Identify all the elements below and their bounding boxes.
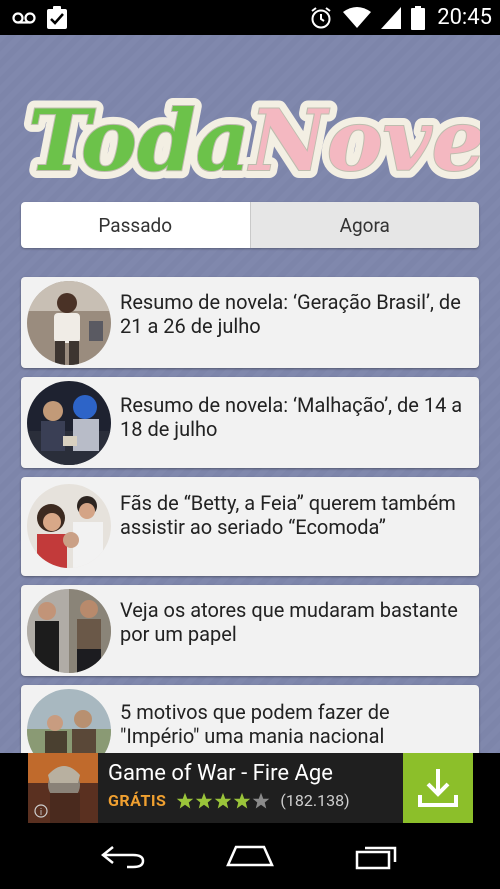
star-rating (176, 792, 270, 810)
ad-subline: GRÁTIS (182.138) (108, 791, 403, 810)
tab-bar: Passado Agora (21, 202, 479, 248)
article-thumbnail (27, 381, 111, 465)
ad-review-count: (182.138) (280, 791, 350, 810)
article-title: Veja os atores que mudaram bastante por … (120, 598, 458, 646)
ad-banner[interactable]: i Game of War - Fire Age GRÁTIS (182.138… (28, 753, 473, 823)
tab-passado[interactable]: Passado (21, 202, 250, 248)
status-right: 20:45 (309, 5, 492, 30)
ad-right-margin (473, 753, 500, 823)
app-content: TodaNovela TodaNovela TodaNovela Passado… (0, 35, 500, 753)
back-icon (101, 846, 145, 869)
voicemail-icon (12, 11, 36, 25)
article-card[interactable]: Resumo de novela: ‘Geração Brasil’, de 2… (21, 277, 479, 368)
alarm-icon (309, 6, 333, 30)
home-button[interactable] (220, 836, 280, 876)
star-filled-icon (234, 792, 251, 808)
svg-text:i: i (40, 808, 43, 818)
clipboard-check-icon (46, 5, 68, 30)
article-title: Fãs de “Betty, a Feia” querem também ass… (120, 491, 456, 539)
article-card[interactable]: 5 motivos que podem fazer de "Império" u… (21, 685, 479, 753)
star-filled-icon (215, 792, 232, 808)
back-button[interactable] (93, 836, 153, 876)
recents-button[interactable] (347, 836, 407, 876)
logo-part2: Novela (247, 91, 480, 190)
ad-title: Game of War - Fire Age (108, 761, 333, 786)
article-card[interactable]: Veja os atores que mudaram bastante por … (21, 585, 479, 676)
tab-agora[interactable]: Agora (249, 202, 479, 248)
signal-icon (381, 6, 402, 29)
todanovela-logo: TodaNovela TodaNovela TodaNovela (20, 83, 500, 198)
battery-icon (411, 5, 426, 30)
status-bar: 20:45 (0, 0, 500, 35)
ad-left-margin (0, 753, 28, 823)
status-left (12, 5, 68, 30)
ad-game-image: i (28, 753, 98, 823)
article-card[interactable]: Resumo de novela: ‘Malhação’, de 14 a 18… (21, 377, 479, 468)
article-title: Resumo de novela: ‘Geração Brasil’, de 2… (120, 290, 461, 338)
ad-price: GRÁTIS (108, 791, 167, 810)
article-card[interactable]: Fãs de “Betty, a Feia” querem também ass… (21, 477, 479, 576)
recents-icon (355, 846, 396, 870)
article-thumbnail (27, 484, 111, 568)
article-title: 5 motivos que podem fazer de "Império" u… (120, 700, 390, 748)
article-thumbnail (27, 689, 111, 753)
logo-part1: Toda (28, 91, 250, 190)
star-filled-icon (196, 792, 213, 808)
star-empty-icon (253, 792, 270, 808)
download-icon (418, 769, 458, 807)
wifi-icon (343, 6, 372, 29)
navigation-bar (0, 823, 500, 889)
svg-text:TodaNovela: TodaNovela (28, 91, 480, 190)
home-icon (226, 845, 274, 867)
star-filled-icon (177, 792, 194, 808)
download-button[interactable] (403, 753, 473, 823)
app-logo: TodaNovela TodaNovela TodaNovela (20, 75, 500, 198)
article-thumbnail (27, 281, 111, 365)
ad-text: Game of War - Fire Age GRÁTIS (182.138) (98, 753, 403, 823)
article-thumbnail (27, 589, 111, 673)
article-title: Resumo de novela: ‘Malhação’, de 14 a 18… (120, 393, 463, 441)
status-time: 20:45 (437, 5, 492, 30)
